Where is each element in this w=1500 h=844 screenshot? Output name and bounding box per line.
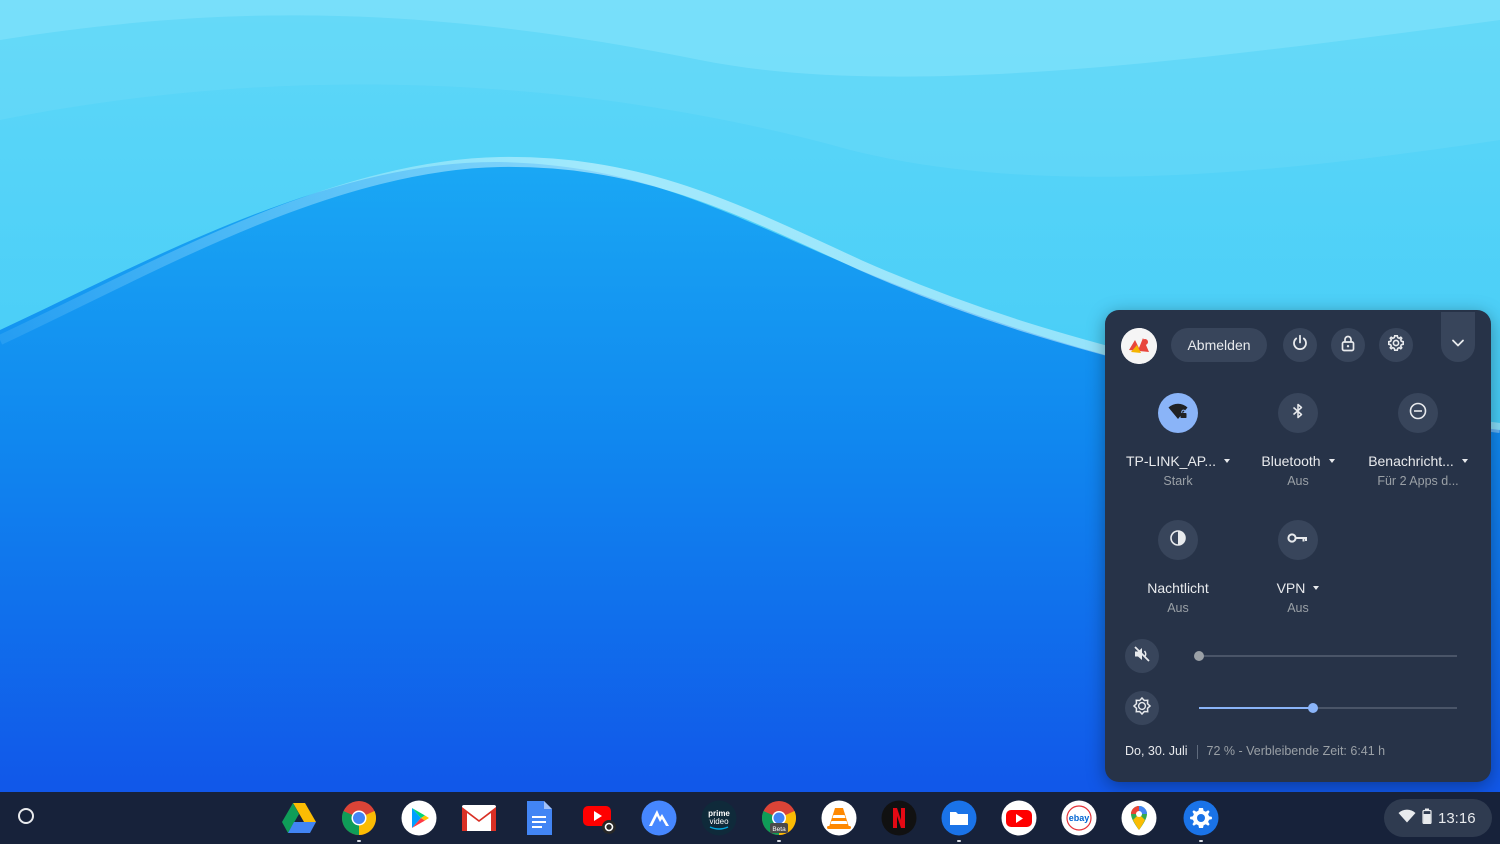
tile-network[interactable]: TP-LINK_AP... Stark: [1118, 393, 1238, 488]
battery-status[interactable]: 72 % - Verbleibende Zeit: 6:41 h: [1207, 744, 1386, 758]
sign-out-button[interactable]: Abmelden: [1171, 328, 1267, 362]
footer-divider: [1196, 744, 1198, 759]
google-drive-icon[interactable]: [280, 799, 318, 837]
do-not-disturb-toggle[interactable]: [1398, 393, 1438, 433]
user-avatar[interactable]: [1121, 328, 1157, 364]
battery-icon: [1422, 808, 1432, 829]
running-indicator: [777, 840, 781, 842]
shelf: prime video Beta ebay 13:16: [0, 792, 1500, 844]
settings-app-icon[interactable]: [1182, 799, 1220, 842]
bluetooth-menu-arrow-icon[interactable]: [1328, 458, 1335, 463]
chevron-down-icon: [1450, 335, 1466, 356]
google-docs-icon[interactable]: [520, 799, 558, 837]
status-tray[interactable]: 13:16: [1384, 799, 1492, 837]
running-indicator: [357, 840, 361, 842]
tile-bluetooth[interactable]: Bluetooth Aus: [1238, 393, 1358, 488]
tile-vpn-status: Aus: [1287, 601, 1309, 615]
chrome-icon[interactable]: [340, 799, 378, 842]
nordvpn-icon[interactable]: [640, 799, 678, 837]
tile-network-status: Stark: [1163, 474, 1193, 488]
launcher-button[interactable]: [8, 800, 44, 836]
date-label[interactable]: Do, 30. Juli: [1125, 744, 1188, 758]
running-indicator: [1199, 840, 1203, 842]
tile-night-light[interactable]: Nachtlicht Aus: [1118, 520, 1238, 615]
gmail-icon[interactable]: [460, 799, 498, 837]
notifications-menu-arrow-icon[interactable]: [1461, 458, 1468, 463]
lock-icon: [1339, 334, 1357, 357]
prime-video-icon[interactable]: prime video: [700, 799, 738, 837]
chrome-beta-icon[interactable]: Beta: [760, 799, 798, 842]
lock-button[interactable]: [1331, 328, 1365, 362]
google-maps-icon[interactable]: [1120, 799, 1158, 837]
files-icon[interactable]: [940, 799, 978, 842]
do-not-disturb-icon: [1408, 401, 1428, 426]
night-light-icon: [1168, 528, 1188, 553]
brightness-slider-thumb[interactable]: [1307, 703, 1318, 713]
tile-night-light-label: Nachtlicht: [1147, 580, 1209, 596]
tile-vpn-label: VPN: [1276, 580, 1306, 596]
panel-footer: Do, 30. Juli 72 % - Verbleibende Zeit: 6:…: [1125, 744, 1385, 759]
wifi-icon: [1167, 400, 1189, 427]
youtube-icon[interactable]: [1000, 799, 1038, 837]
tile-notifications[interactable]: Benachricht... Für 2 Apps d...: [1358, 393, 1478, 488]
brightness-icon: [1132, 696, 1152, 721]
vpn-toggle[interactable]: [1278, 520, 1318, 560]
network-menu-arrow-icon[interactable]: [1224, 458, 1230, 463]
vlc-icon[interactable]: [820, 799, 858, 837]
netflix-icon[interactable]: [880, 799, 918, 837]
power-icon: [1291, 334, 1309, 357]
night-light-toggle[interactable]: [1158, 520, 1198, 560]
wifi-toggle[interactable]: [1158, 393, 1198, 433]
volume-slider[interactable]: [1194, 651, 1457, 661]
svg-text:video: video: [709, 817, 729, 826]
mute-toggle[interactable]: [1125, 639, 1159, 673]
tile-night-light-status: Aus: [1167, 601, 1189, 615]
tile-bluetooth-label: Bluetooth: [1261, 453, 1321, 469]
volume-muted-icon: [1132, 644, 1152, 669]
bluetooth-toggle[interactable]: [1278, 393, 1318, 433]
brightness-slider-row: [1125, 691, 1477, 725]
tile-vpn[interactable]: VPN Aus: [1238, 520, 1358, 615]
play-store-icon[interactable]: [400, 799, 438, 837]
brightness-button[interactable]: [1125, 691, 1159, 725]
brightness-slider[interactable]: [1199, 703, 1457, 713]
vpn-key-icon: [1287, 531, 1309, 550]
ebay-icon[interactable]: ebay: [1060, 799, 1098, 837]
launcher-circle-icon: [16, 806, 36, 831]
svg-text:Beta: Beta: [772, 826, 786, 833]
settings-button[interactable]: [1379, 328, 1413, 362]
tile-notifications-status: Für 2 Apps d...: [1377, 474, 1459, 488]
power-button[interactable]: [1283, 328, 1317, 362]
vpn-menu-arrow-icon[interactable]: [1313, 585, 1320, 590]
tile-network-label: TP-LINK_AP...: [1125, 453, 1216, 469]
youtube-studio-icon[interactable]: [580, 799, 618, 837]
collapse-button[interactable]: [1441, 312, 1475, 362]
wifi-status-icon: [1398, 809, 1416, 828]
tile-bluetooth-status: Aus: [1287, 474, 1309, 488]
svg-text:ebay: ebay: [1069, 813, 1090, 823]
volume-slider-thumb[interactable]: [1194, 651, 1204, 661]
clock-time: 13:16: [1438, 809, 1476, 827]
bluetooth-icon: [1289, 402, 1307, 425]
tile-notifications-label: Benachricht...: [1368, 453, 1454, 469]
brightness-slider-fill: [1199, 707, 1313, 709]
running-indicator: [957, 840, 961, 842]
quick-settings-panel: Abmelden TP-LINK_AP... Stark Bluetooth A…: [1105, 310, 1491, 782]
gear-icon: [1387, 334, 1405, 357]
volume-slider-row: [1125, 639, 1477, 673]
